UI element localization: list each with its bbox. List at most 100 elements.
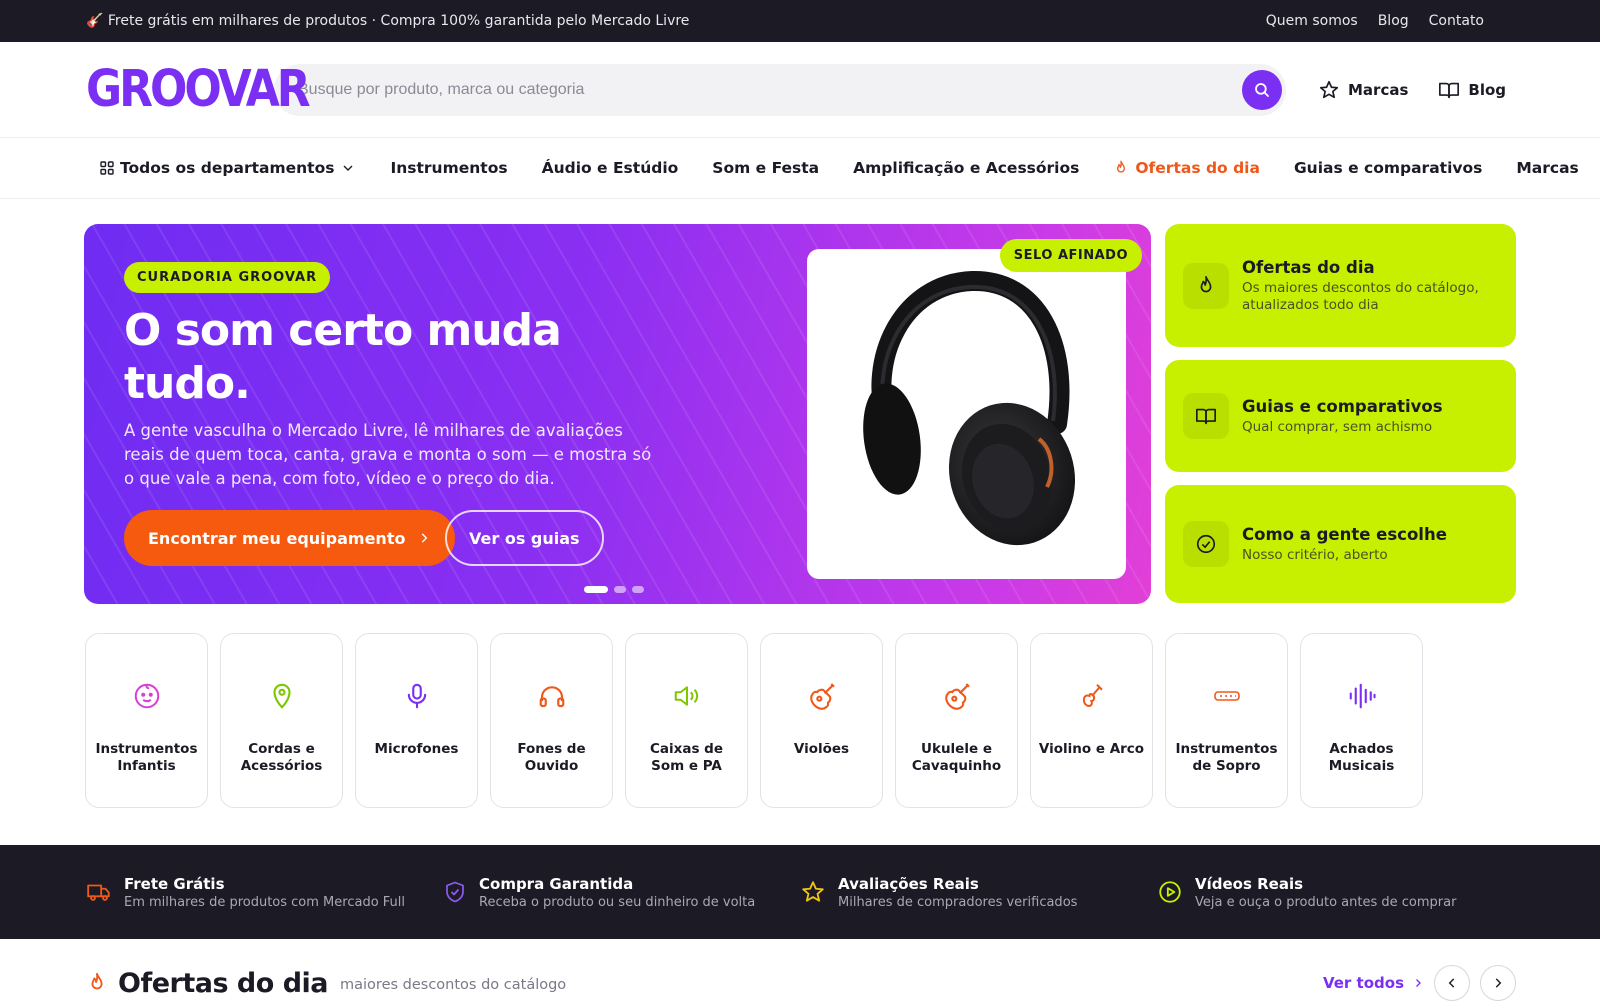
flame-icon — [1183, 262, 1229, 309]
baby-icon — [132, 679, 162, 713]
carousel-dot[interactable] — [584, 586, 608, 593]
see-guides-button[interactable]: Ver os guias — [445, 510, 604, 566]
promo-text: 🎸 Frete grátis em milhares de produtos ·… — [86, 13, 690, 29]
category-label: Microfones — [374, 741, 459, 757]
nav-item-audio-estudio[interactable]: Áudio e Estúdio — [542, 159, 679, 177]
carousel-prev-button[interactable] — [1434, 965, 1470, 1001]
offers-subtitle: maiores descontos do catálogo — [340, 977, 567, 993]
find-equipment-button[interactable]: Encontrar meu equipamento — [124, 510, 456, 566]
search-input[interactable] — [298, 80, 1242, 99]
harmonica-icon — [1212, 679, 1242, 713]
nav-item-amplificacao[interactable]: Amplificação e Acessórios — [853, 159, 1079, 177]
nav-all-departments[interactable]: Todos os departamentos — [100, 159, 356, 177]
chevron-left-icon — [1448, 978, 1455, 988]
category-card[interactable]: Instrumentos Infantis — [85, 633, 208, 808]
category-card[interactable]: Fones de Ouvido — [490, 633, 613, 808]
trust-item: Frete Grátis Em milhares de produtos com… — [86, 875, 443, 910]
book-icon — [1439, 82, 1460, 98]
carousel-dot[interactable] — [632, 586, 644, 593]
link-contato[interactable]: Contato — [1429, 13, 1484, 29]
trust-subtitle: Em milhares de produtos com Mercado Full — [124, 894, 406, 910]
ukulele-icon — [941, 679, 973, 713]
side-card-guias[interactable]: Guias e comparativos Qual comprar, sem a… — [1165, 360, 1516, 472]
category-card[interactable]: Microfones — [355, 633, 478, 808]
site-header: GROOVAR Marcas Blog — [0, 42, 1600, 138]
guitar-icon — [806, 679, 838, 713]
side-card-subtitle: Os maiores descontos do catálogo, atuali… — [1242, 279, 1479, 313]
search-bar — [274, 63, 1286, 116]
category-label: Violino e Arco — [1038, 741, 1145, 757]
category-card[interactable]: Achados Musicais — [1300, 633, 1423, 808]
top-links: Quem somos Blog Contato — [1266, 13, 1484, 29]
chevron-down-icon — [343, 165, 353, 171]
category-label: Caixas de Som e PA — [649, 741, 724, 774]
flame-icon — [91, 972, 103, 990]
side-card-subtitle: Qual comprar, sem achismo — [1242, 418, 1433, 435]
nav-item-marcas[interactable]: Marcas — [1516, 159, 1578, 177]
carousel-dot[interactable] — [614, 586, 626, 593]
guitar-pick-icon — [267, 679, 297, 713]
trust-subtitle: Receba o produto ou seu dinheiro de volt… — [479, 894, 756, 910]
category-strip: Instrumentos Infantis Cordas e Acessório… — [0, 604, 1600, 808]
star-icon — [1319, 80, 1339, 98]
shield-icon — [446, 881, 464, 903]
category-card[interactable]: Caixas de Som e PA — [625, 633, 748, 808]
trust-item: Compra Garantida Receba o produto ou seu… — [443, 875, 800, 910]
see-all-link[interactable]: Ver todos — [1323, 974, 1424, 992]
link-blog[interactable]: Blog — [1378, 13, 1409, 29]
grid-icon — [100, 161, 114, 175]
trust-title: Compra Garantida — [479, 874, 634, 893]
hero-description: A gente vasculha o Mercado Livre, lê mil… — [124, 421, 652, 488]
category-card[interactable]: Violino e Arco — [1030, 633, 1153, 808]
category-card[interactable]: Violões — [760, 633, 883, 808]
nav-item-instrumentos[interactable]: Instrumentos — [390, 159, 507, 177]
trust-bar: Frete Grátis Em milhares de produtos com… — [0, 845, 1600, 939]
trust-title: Vídeos Reais — [1195, 874, 1304, 893]
nav-item-som-festa[interactable]: Som e Festa — [712, 159, 819, 177]
offers-title: Ofertas do dia — [118, 967, 329, 999]
product-card[interactable]: SELO AFINADO — [807, 239, 1142, 579]
header-link-label: Marcas — [1348, 80, 1409, 99]
category-card[interactable]: Cordas e Acessórios — [220, 633, 343, 808]
category-label: Achados Musicais — [1328, 741, 1395, 774]
microphone-icon — [402, 679, 432, 713]
header-link-marcas[interactable]: Marcas — [1318, 79, 1408, 101]
side-card-como-escolhe[interactable]: Como a gente escolhe Nosso critério, abe… — [1165, 485, 1516, 603]
side-card-title: Como a gente escolhe — [1242, 524, 1447, 544]
category-card[interactable]: Ukulele e Cavaquinho — [895, 633, 1018, 808]
trust-subtitle: Milhares de compradores verificados — [838, 894, 1078, 910]
headphones-icon — [537, 679, 567, 713]
trust-title: Frete Grátis — [124, 874, 225, 893]
offers-section-header: Ofertas do dia maiores descontos do catá… — [86, 965, 1516, 1001]
find-equipment-label: Encontrar meu equipamento — [148, 528, 406, 548]
search-button[interactable] — [1242, 69, 1282, 110]
side-card-ofertas[interactable]: Ofertas do dia Os maiores descontos do c… — [1165, 224, 1516, 347]
side-card-title: Guias e comparativos — [1242, 396, 1443, 416]
book-icon — [1183, 393, 1229, 439]
groovar-logo[interactable]: GROOVAR — [86, 64, 311, 115]
hero-title: O som certo muda tudo. — [124, 305, 562, 409]
link-quem-somos[interactable]: Quem somos — [1266, 13, 1358, 29]
category-label: Instrumentos de Sopro — [1175, 741, 1278, 774]
header-link-label: Blog — [1468, 80, 1507, 99]
search-icon — [1255, 82, 1269, 97]
carousel-next-button[interactable] — [1480, 965, 1516, 1001]
category-card[interactable]: Instrumentos de Sopro — [1165, 633, 1288, 808]
chevron-right-icon — [1416, 979, 1421, 987]
seal-badge: SELO AFINADO — [999, 239, 1142, 272]
chevron-right-icon — [1495, 978, 1502, 988]
trust-title: Avaliações Reais — [838, 874, 979, 893]
top-announcement-bar: 🎸 Frete grátis em milhares de produtos ·… — [0, 0, 1600, 42]
category-label: Ukulele e Cavaquinho — [911, 741, 1002, 774]
check-circle-icon — [1183, 521, 1229, 567]
play-icon — [1159, 881, 1181, 903]
nav-departments-label: Todos os departamentos — [120, 159, 335, 177]
carousel-dots — [584, 586, 644, 593]
nav-item-ofertas[interactable]: Ofertas do dia — [1113, 159, 1260, 177]
headphones-image — [863, 270, 1076, 546]
hero-banner: CURADORIA GROOVAR O som certo muda tudo.… — [84, 224, 1151, 604]
violin-icon — [1077, 679, 1107, 713]
side-card-title: Ofertas do dia — [1242, 257, 1375, 277]
nav-item-guias[interactable]: Guias e comparativos — [1294, 159, 1482, 177]
header-link-blog[interactable]: Blog — [1438, 79, 1506, 101]
